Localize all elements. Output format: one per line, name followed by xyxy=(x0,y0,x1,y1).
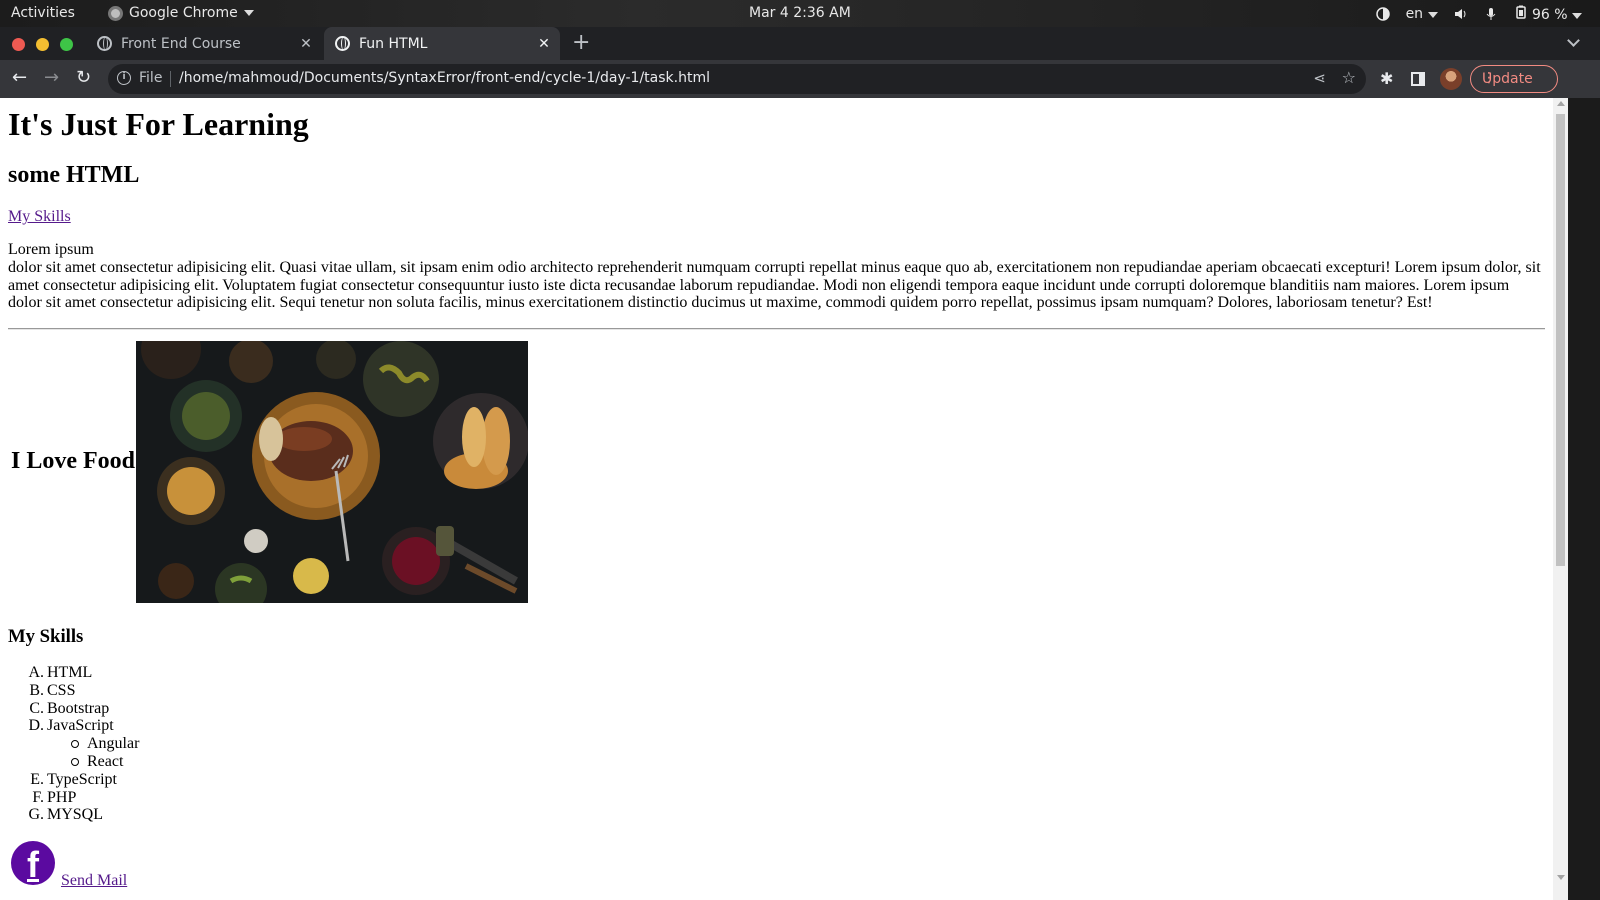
tab-search-chevron-icon[interactable] xyxy=(1567,34,1580,47)
skill-label: CSS xyxy=(47,681,76,699)
app-name: Google Chrome xyxy=(129,5,238,21)
skill-label: HTML xyxy=(47,664,93,681)
chevron-down-icon xyxy=(243,10,254,16)
food-heading: I Love Food xyxy=(11,448,136,474)
close-icon[interactable]: ✕ xyxy=(534,36,554,52)
list-marker: F. xyxy=(32,788,44,806)
bullet-circle-icon xyxy=(71,740,79,749)
skill-label: React xyxy=(87,752,124,770)
send-mail-link[interactable]: Send Mail xyxy=(61,872,127,890)
battery-icon xyxy=(1515,5,1526,19)
skills-heading: My Skills xyxy=(8,626,84,647)
battery-indicator[interactable]: 96 % xyxy=(1514,5,1582,23)
app-menu[interactable]: Google Chrome xyxy=(108,5,254,21)
bullet-circle-icon xyxy=(71,757,79,766)
list-marker: E. xyxy=(30,770,44,788)
list-marker: A. xyxy=(28,664,44,681)
maximize-window-button[interactable] xyxy=(60,38,73,51)
facebook-icon[interactable]: f xyxy=(11,841,55,885)
lorem-heading: Lorem ipsum xyxy=(8,241,94,258)
vertical-scrollbar[interactable] xyxy=(1553,98,1568,900)
chevron-down-icon xyxy=(1427,12,1438,18)
scheme-label: File xyxy=(139,70,163,86)
system-tray[interactable]: en 96 % xyxy=(1375,5,1582,23)
microphone-icon xyxy=(1486,8,1495,20)
clock[interactable]: Mar 4 2:36 AM xyxy=(749,5,851,21)
food-photo xyxy=(136,341,528,603)
horizontal-rule xyxy=(8,328,1545,330)
url-text[interactable]: /home/mahmoud/Documents/SyntaxError/fron… xyxy=(179,70,710,86)
food-photo-illustration xyxy=(136,341,528,603)
scroll-up-arrow-icon[interactable] xyxy=(1557,101,1565,106)
lorem-paragraph: dolor sit amet consectetur adipisicing e… xyxy=(8,259,1541,312)
skill-label: Bootstrap xyxy=(47,699,110,717)
list-marker: B. xyxy=(29,681,44,699)
close-icon[interactable]: ✕ xyxy=(296,36,316,52)
activities-button[interactable]: Activities xyxy=(11,5,75,21)
page-heading: It's Just For Learning xyxy=(8,106,309,142)
globe-icon xyxy=(335,36,350,51)
tab-title: Front End Course xyxy=(121,35,241,52)
tab-strip: Front End Course ✕ Fun HTML ✕ + xyxy=(0,27,1600,60)
info-icon[interactable]: i xyxy=(117,71,131,85)
list-marker: D. xyxy=(28,717,44,735)
skill-label: PHP xyxy=(47,788,77,806)
browser-toolbar: ← → ↻ i File /home/mahmoud/Documents/Syn… xyxy=(0,60,1600,98)
minimize-window-button[interactable] xyxy=(36,38,49,51)
night-light-icon xyxy=(1375,7,1390,21)
forward-button[interactable]: → xyxy=(44,68,59,88)
tab-fun-html[interactable]: Fun HTML ✕ xyxy=(324,27,560,60)
chrome-icon xyxy=(108,5,123,21)
share-icon[interactable]: ⋖ xyxy=(1313,69,1326,87)
scroll-down-arrow-icon[interactable] xyxy=(1557,875,1565,880)
page-subheading: some HTML xyxy=(8,162,140,188)
close-window-button[interactable] xyxy=(12,38,25,51)
update-button[interactable]: Update ⋮ xyxy=(1470,65,1558,93)
page-viewport: It's Just For Learning some HTML My Skil… xyxy=(0,98,1553,900)
language-indicator[interactable]: en xyxy=(1406,6,1438,22)
skill-label: TypeScript xyxy=(47,770,117,788)
globe-icon xyxy=(97,36,112,51)
skill-label: MYSQL xyxy=(47,806,104,824)
scrollbar-thumb[interactable] xyxy=(1556,114,1565,566)
bookmark-star-icon[interactable]: ☆ xyxy=(1342,68,1356,87)
skill-label: JavaScript xyxy=(47,717,114,735)
side-panel-icon[interactable] xyxy=(1411,72,1425,86)
extensions-puzzle-icon[interactable]: ✱ xyxy=(1380,69,1393,88)
tab-front-end-course[interactable]: Front End Course ✕ xyxy=(86,27,322,60)
profile-avatar[interactable] xyxy=(1440,68,1462,90)
reload-button[interactable]: ↻ xyxy=(76,68,91,88)
list-marker: G. xyxy=(28,806,44,824)
back-button[interactable]: ← xyxy=(12,68,27,88)
volume-icon xyxy=(1454,9,1466,19)
list-marker: C. xyxy=(29,699,44,717)
chevron-down-icon xyxy=(1572,13,1582,19)
skill-label: Angular xyxy=(87,735,140,753)
tab-title: Fun HTML xyxy=(359,35,428,52)
address-bar[interactable]: i File /home/mahmoud/Documents/SyntaxErr… xyxy=(108,64,1366,94)
desktop-background xyxy=(1568,98,1600,900)
os-top-bar: Activities Google Chrome Mar 4 2:36 AM e… xyxy=(0,0,1600,27)
new-tab-button[interactable]: + xyxy=(572,30,590,55)
my-skills-link[interactable]: My Skills xyxy=(8,208,71,226)
separator xyxy=(170,71,171,87)
more-vert-icon: ⋮ xyxy=(1482,70,1496,86)
